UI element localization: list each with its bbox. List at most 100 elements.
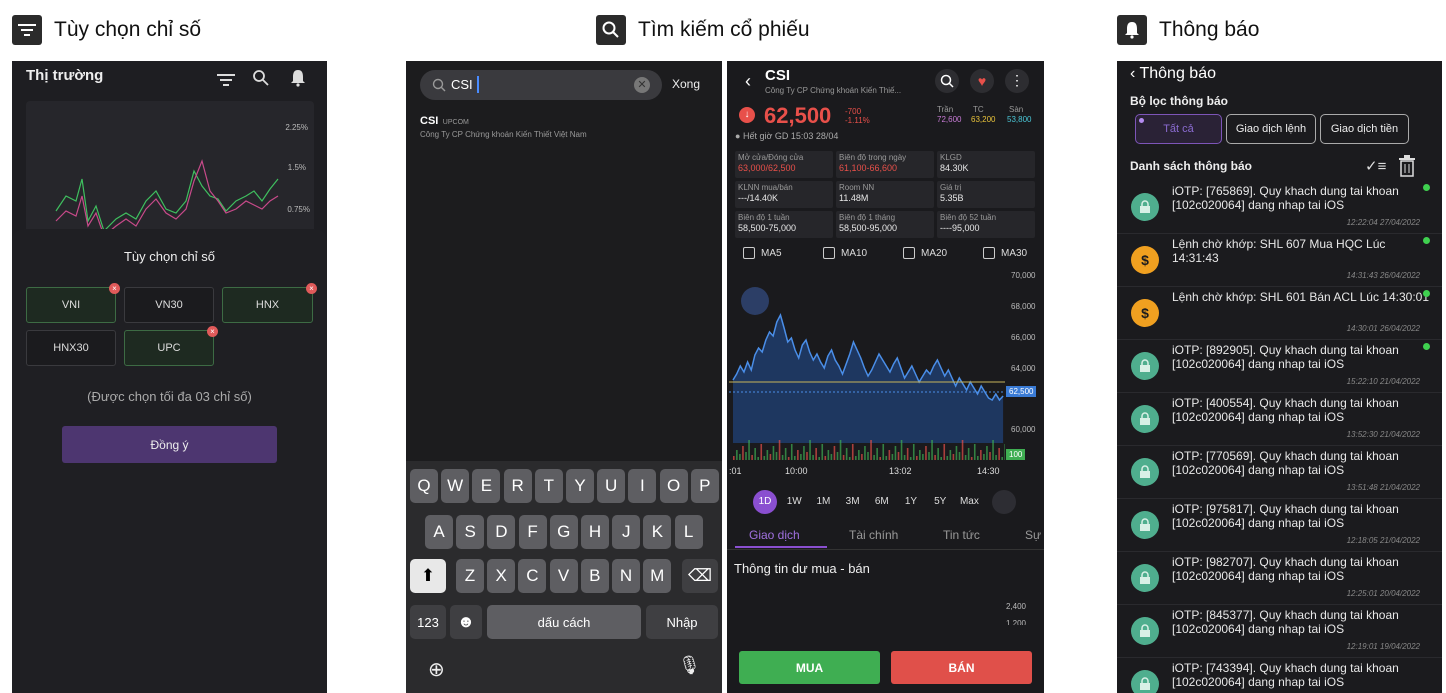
- clear-icon[interactable]: ✕: [634, 77, 650, 93]
- tab[interactable]: Sự: [1025, 528, 1041, 542]
- key-g[interactable]: G: [549, 515, 578, 549]
- microphone-icon[interactable]: 🎙: [678, 655, 701, 676]
- key-h[interactable]: H: [581, 515, 609, 549]
- emoji-key[interactable]: ☻: [450, 605, 482, 639]
- key-a[interactable]: A: [425, 515, 453, 549]
- remove-icon[interactable]: ×: [306, 283, 317, 294]
- filter-cash[interactable]: Giao dịch tiền: [1320, 114, 1409, 144]
- range-3m[interactable]: 3M: [841, 490, 865, 514]
- key-e[interactable]: E: [472, 469, 501, 503]
- ma-toggle[interactable]: MA30: [983, 247, 1027, 259]
- range-5y[interactable]: 5Y: [928, 490, 952, 514]
- ma-toggle[interactable]: MA10: [823, 247, 867, 259]
- notification-item[interactable]: iOTP: [845377]. Quy khach dung tai khoan…: [1117, 605, 1442, 658]
- key-q[interactable]: Q: [410, 469, 438, 503]
- range-max[interactable]: Max: [957, 490, 981, 514]
- key-f[interactable]: F: [518, 515, 547, 549]
- chip-label: UPC: [157, 342, 181, 354]
- volume-bar: [784, 448, 787, 460]
- backspace-key[interactable]: ⌫: [682, 559, 718, 593]
- notifications-screen: ‹ Thông báo Bộ lọc thông báo Tất cả Giao…: [1117, 61, 1442, 693]
- key-s[interactable]: S: [456, 515, 485, 549]
- search-bar[interactable]: CSI ✕: [420, 70, 662, 100]
- notification-item[interactable]: iOTP: [770569]. Quy khach dung tai khoan…: [1117, 446, 1442, 499]
- range-1w[interactable]: 1W: [782, 490, 806, 514]
- key-d[interactable]: D: [487, 515, 516, 549]
- notification-item[interactable]: iOTP: [892905]. Quy khach dung tai khoan…: [1117, 340, 1442, 393]
- key-l[interactable]: L: [674, 515, 703, 549]
- filter-icon[interactable]: [214, 69, 238, 91]
- checkbox[interactable]: [743, 247, 755, 259]
- tab[interactable]: Tin tức: [943, 528, 980, 542]
- trash-icon[interactable]: [1398, 155, 1416, 177]
- done-button[interactable]: Xong: [672, 77, 700, 91]
- range-1m[interactable]: 1M: [811, 490, 835, 514]
- heart-icon[interactable]: ♥: [970, 69, 994, 93]
- tab[interactable]: Tài chính: [849, 528, 898, 542]
- filter-order[interactable]: Giao dịch lệnh: [1226, 114, 1316, 144]
- search-result[interactable]: CSI UPCOM Công Ty CP Chứng khoán Kiến Th…: [420, 111, 710, 139]
- filter-all[interactable]: Tất cả: [1135, 114, 1222, 144]
- key-k[interactable]: K: [643, 515, 672, 549]
- volume-bar: [977, 456, 979, 460]
- numbers-key[interactable]: 123: [410, 605, 446, 639]
- notification-item[interactable]: iOTP: [400554]. Quy khach dung tai khoan…: [1117, 393, 1442, 446]
- key-o[interactable]: O: [659, 469, 688, 503]
- search-input[interactable]: CSI: [451, 77, 473, 92]
- search-icon[interactable]: [935, 69, 959, 93]
- key-r[interactable]: R: [503, 469, 532, 503]
- key-c[interactable]: C: [518, 559, 547, 593]
- more-icon[interactable]: ⋮: [1005, 69, 1029, 93]
- checkbox[interactable]: [903, 247, 915, 259]
- back-button[interactable]: ‹ Thông báo: [1130, 65, 1216, 83]
- notification-item[interactable]: $ Lệnh chờ khớp: SHL 607 Mua HQC Lúc 14:3…: [1117, 234, 1442, 287]
- key-p[interactable]: P: [690, 469, 719, 503]
- key-v[interactable]: V: [549, 559, 578, 593]
- confirm-button[interactable]: Đồng ý: [62, 426, 277, 463]
- enter-key[interactable]: Nhập: [646, 605, 718, 639]
- notification-item[interactable]: iOTP: [765869]. Quy khach dung tai khoan…: [1117, 181, 1442, 234]
- key-t[interactable]: T: [534, 469, 563, 503]
- chip-vni[interactable]: VNI ×: [26, 283, 120, 323]
- remove-icon[interactable]: ×: [207, 326, 218, 337]
- buy-button[interactable]: MUA: [739, 651, 880, 684]
- chip-hnx30[interactable]: HNX30: [26, 330, 116, 366]
- tab[interactable]: Giao dịch: [749, 528, 800, 542]
- sell-button[interactable]: BÁN: [891, 651, 1032, 684]
- key-j[interactable]: J: [612, 515, 641, 549]
- key-x[interactable]: X: [487, 559, 516, 593]
- rotate-icon[interactable]: [741, 287, 769, 315]
- back-icon[interactable]: ‹: [745, 71, 751, 92]
- key-b[interactable]: B: [580, 559, 609, 593]
- range-1d[interactable]: 1D: [753, 490, 777, 514]
- space-key[interactable]: dấu cách: [487, 605, 641, 639]
- key-u[interactable]: U: [597, 469, 626, 503]
- key-m[interactable]: M: [643, 559, 672, 593]
- search-icon[interactable]: [252, 69, 274, 91]
- ma-toggle[interactable]: MA20: [903, 247, 947, 259]
- checkbox[interactable]: [823, 247, 835, 259]
- notification-item[interactable]: iOTP: [982707]. Quy khach dung tai khoan…: [1117, 552, 1442, 605]
- ma-toggle[interactable]: MA5: [743, 247, 782, 259]
- key-w[interactable]: W: [441, 469, 470, 503]
- key-n[interactable]: N: [612, 559, 640, 593]
- chart-settings-icon[interactable]: [992, 490, 1016, 514]
- notification-item[interactable]: iOTP: [743394]. Quy khach dung tai khoan…: [1117, 658, 1442, 693]
- remove-icon[interactable]: ×: [109, 283, 120, 294]
- range-6m[interactable]: 6M: [870, 490, 894, 514]
- chip-vn30[interactable]: VN30: [124, 287, 214, 323]
- key-z[interactable]: Z: [456, 559, 484, 593]
- chip-hnx[interactable]: HNX ×: [222, 283, 317, 323]
- mark-all-read-icon[interactable]: ✓≡: [1365, 157, 1387, 177]
- globe-icon[interactable]: ⊕: [428, 657, 445, 682]
- shift-key[interactable]: ⬆: [410, 559, 446, 593]
- key-y[interactable]: Y: [566, 469, 594, 503]
- notification-item[interactable]: $ Lệnh chờ khớp: SHL 601 Bán ACL Lúc 14:3…: [1117, 287, 1442, 340]
- price-tick: 60,000: [1011, 425, 1036, 434]
- key-i[interactable]: I: [628, 469, 657, 503]
- range-1y[interactable]: 1Y: [899, 490, 923, 514]
- checkbox[interactable]: [983, 247, 995, 259]
- bell-icon[interactable]: [290, 69, 312, 91]
- notification-item[interactable]: iOTP: [975817]. Quy khach dung tai khoan…: [1117, 499, 1442, 552]
- chip-upc[interactable]: UPC ×: [124, 326, 218, 366]
